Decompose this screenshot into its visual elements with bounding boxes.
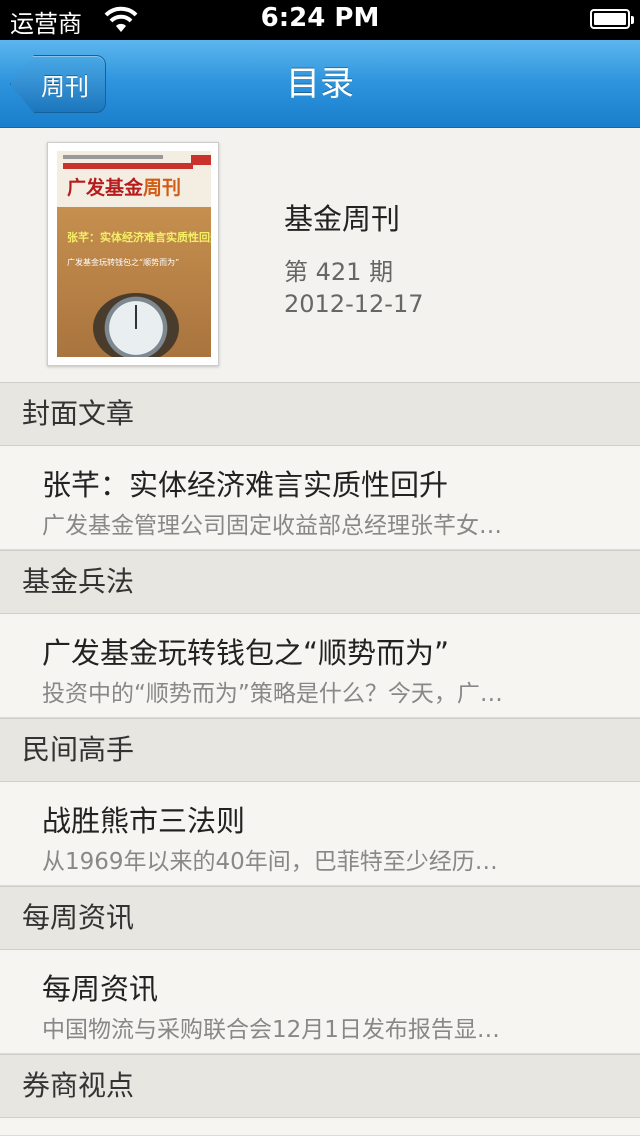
battery-icon (590, 9, 634, 29)
cover-thumbnail[interactable]: 广发基金周刊 张芊：实体经济难言实质性回升 广发基金玩转钱包之“顺势而为” (47, 142, 219, 366)
cover-subline: 广发基金玩转钱包之“顺势而为” (67, 258, 180, 267)
section-header-cover-story: 封面文章 (0, 382, 640, 446)
status-bar: 运营商 6:24 PM (0, 0, 640, 40)
navigation-bar: 目录 周刊 (0, 40, 640, 128)
article-title: 张芊：实体经济难言实质性回升 (42, 468, 449, 502)
issue-number: 第 421 期 (284, 258, 394, 286)
list-item[interactable] (0, 1118, 640, 1136)
cover-headline: 张芊：实体经济难言实质性回升 (67, 231, 211, 244)
list-item[interactable]: 广发基金玩转钱包之“顺势而为” 投资中的“顺势而为”策略是什么？今天，广… (0, 614, 640, 718)
issue-header: 广发基金周刊 张芊：实体经济难言实质性回升 广发基金玩转钱包之“顺势而为” 基金… (0, 128, 640, 382)
gauge-icon (93, 293, 179, 357)
article-summary: 中国物流与采购联合会12月1日发布报告显… (42, 1017, 500, 1043)
article-title: 战胜熊市三法则 (42, 804, 246, 838)
back-button-label: 周刊 (41, 72, 89, 101)
article-title: 每周资讯 (42, 972, 159, 1006)
list-item[interactable]: 张芊：实体经济难言实质性回升 广发基金管理公司固定收益部总经理张芊女… (0, 446, 640, 550)
section-header-broker-views: 券商视点 (0, 1054, 640, 1118)
cover-logo: 广发基金周刊 (67, 177, 182, 199)
issue-date: 2012-12-17 (284, 290, 424, 318)
clock: 6:24 PM (260, 3, 380, 33)
section-header-weekly-news: 每周资讯 (0, 886, 640, 950)
article-summary: 从1969年以来的40年间，巴菲特至少经历… (42, 849, 498, 875)
list-item[interactable]: 战胜熊市三法则 从1969年以来的40年间，巴菲特至少经历… (0, 782, 640, 886)
article-title: 广发基金玩转钱包之“顺势而为” (42, 636, 450, 670)
section-header-folk-experts: 民间高手 (0, 718, 640, 782)
issue-title: 基金周刊 (284, 202, 401, 236)
article-summary: 广发基金管理公司固定收益部总经理张芊女… (42, 513, 502, 539)
list-item[interactable]: 每周资讯 中国物流与采购联合会12月1日发布报告显… (0, 950, 640, 1054)
section-header-fund-tactics: 基金兵法 (0, 550, 640, 614)
article-summary: 投资中的“顺势而为”策略是什么？今天，广… (42, 681, 503, 707)
cover-image: 广发基金周刊 张芊：实体经济难言实质性回升 广发基金玩转钱包之“顺势而为” (57, 151, 211, 357)
